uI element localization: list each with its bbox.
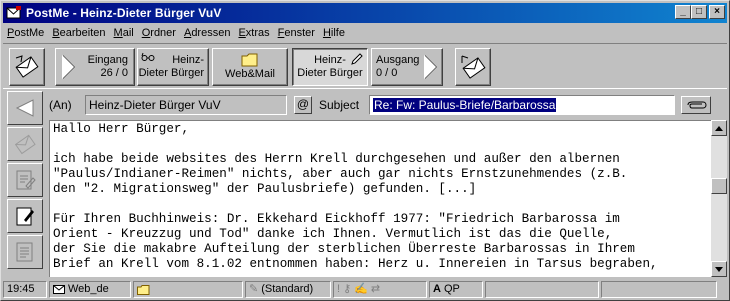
key-icon: ⚷	[343, 283, 352, 295]
folder-icon	[241, 53, 258, 67]
envelope-icon	[53, 285, 65, 294]
address-book-button[interactable]: @	[294, 96, 312, 114]
app-window: PostMe - Heinz-Dieter Bürger VuV _ □ × P…	[0, 0, 730, 301]
paperclip-icon	[687, 101, 707, 109]
status-flags: ! ⚷ ✍ ⇄	[333, 281, 427, 298]
body-line: ich habe beide websites des Herrn Krell …	[53, 152, 620, 166]
maximize-button[interactable]: □	[691, 5, 707, 19]
back-button[interactable]	[7, 91, 43, 125]
status-encoding[interactable]: A QP	[429, 281, 483, 298]
play-arrow-icon	[424, 55, 436, 79]
status-style[interactable]: ✎ (Standard)	[245, 281, 331, 298]
body-line: Orient - Kreuzzug und Tod" danke ich Ihn…	[53, 227, 613, 241]
menu-fenster[interactable]: Fenster	[274, 27, 319, 39]
menu-adressen[interactable]: Adressen	[180, 27, 234, 39]
encoding-value: QP	[443, 283, 460, 295]
envelope-attach-icon	[14, 134, 36, 155]
outbox-label: Ausgang	[376, 54, 420, 66]
subject-label: Subject	[319, 98, 360, 112]
attachment-button[interactable]	[681, 96, 711, 114]
left-arrow-icon	[15, 99, 34, 117]
forward-icon: ⇄	[370, 283, 381, 295]
style-value: (Standard)	[261, 283, 314, 295]
inbox-label: Eingang	[87, 54, 128, 66]
signature-icon: ✍	[354, 283, 368, 295]
header-fields: (An) Heinz-Dieter Bürger VuV @ Subject R…	[49, 94, 725, 116]
subject-field[interactable]: Re: Fw: Paulus-Briefe/Barbarossa	[369, 95, 675, 115]
postme-app-icon	[6, 6, 21, 19]
outbox-count: 0 / 0	[376, 67, 398, 79]
webmail-label: Web&Mail	[225, 68, 275, 80]
body-line: Für Ihren Buchhinweis: Dr. Ekkehard Eick…	[53, 212, 620, 226]
body-line: "Paulus/Indianer-Reimen" nichts, aber au…	[53, 167, 628, 181]
priority-icon: !	[337, 283, 341, 295]
arrow-up-icon	[715, 125, 723, 131]
pencil-icon	[351, 53, 363, 65]
play-arrow-icon	[62, 55, 74, 79]
main-toolbar: Eingang 26 / 0 Heinz- Dieter Bürger Web&…	[3, 43, 727, 89]
status-empty-1	[485, 281, 599, 298]
status-bar: 19:45 Web_de ✎ (Standard) ! ⚷ ✍ ⇄ A QP	[3, 281, 727, 299]
send-mail-button[interactable]	[455, 48, 491, 86]
notes-icon	[16, 242, 33, 262]
compose-to-person-button[interactable]: Heinz- Dieter Bürger	[292, 48, 368, 86]
account-value: Web_de	[68, 283, 109, 295]
folder-small-icon	[137, 284, 150, 295]
document-edit-icon	[16, 170, 36, 190]
send-receive-button[interactable]	[9, 48, 45, 86]
minimize-button[interactable]: _	[675, 5, 691, 19]
window-title: PostMe - Heinz-Dieter Bürger VuV	[26, 6, 222, 20]
scroll-thumb[interactable]	[711, 178, 727, 194]
pen-icon: ✎	[249, 283, 259, 295]
menu-hilfe[interactable]: Hilfe	[319, 27, 349, 39]
status-account[interactable]: Web_de	[49, 281, 131, 298]
body-line: Hallo Herr Bürger,	[53, 122, 190, 136]
subject-value: Re: Fw: Paulus-Briefe/Barbarossa	[373, 98, 557, 112]
scroll-up-button[interactable]	[711, 120, 727, 136]
to-field[interactable]: Heinz-Dieter Bürger VuV	[85, 95, 287, 115]
menu-bar: PostMe Bearbeiten Mail Ordner Adressen E…	[3, 24, 727, 42]
envelope-send-icon	[461, 55, 486, 79]
vertical-scrollbar[interactable]	[711, 120, 727, 277]
status-empty-2	[601, 281, 717, 298]
menu-bearbeiten[interactable]: Bearbeiten	[48, 27, 109, 39]
body-line: der Sie die makabre Aufteilung der sterb…	[53, 242, 635, 256]
body-line: Brief an Krell vom 8.1.02 entnommen habe…	[53, 257, 658, 271]
body-line: den "2. Migrationsweg" der Paulusbriefe)…	[53, 182, 477, 196]
compose-button[interactable]	[7, 199, 43, 233]
outbox-button[interactable]: Ausgang 0 / 0	[371, 48, 443, 86]
web-mail-button[interactable]: Web&Mail	[212, 48, 288, 86]
inbox-count: 26 / 0	[100, 67, 128, 79]
envelope-stamp-icon	[15, 55, 39, 78]
close-button[interactable]: ×	[709, 5, 725, 19]
message-body[interactable]: Hallo Herr Bürger, ich habe beide websit…	[49, 120, 711, 277]
notes-button[interactable]	[7, 235, 43, 269]
menu-postme[interactable]: PostMe	[3, 27, 48, 39]
status-folder[interactable]	[133, 281, 243, 298]
time-value: 19:45	[7, 283, 35, 295]
compose-pencil-icon	[16, 207, 34, 226]
address-person-button[interactable]: Heinz- Dieter Bürger	[137, 48, 209, 86]
attach-button[interactable]	[7, 127, 43, 161]
menu-extras[interactable]: Extras	[234, 27, 273, 39]
person-line2: Dieter Bürger	[138, 67, 204, 79]
font-icon: A	[433, 283, 441, 295]
to-label[interactable]: (An)	[49, 98, 85, 112]
scroll-down-button[interactable]	[711, 261, 727, 277]
left-action-bar	[7, 91, 43, 277]
status-time: 19:45	[3, 281, 47, 298]
edit-document-button[interactable]	[7, 163, 43, 197]
message-text: Hallo Herr Bürger, ich habe beide websit…	[50, 121, 711, 272]
arrow-down-icon	[715, 266, 723, 272]
inbox-button[interactable]: Eingang 26 / 0	[55, 48, 135, 86]
glasses-icon	[141, 52, 155, 61]
menu-ordner[interactable]: Ordner	[138, 27, 180, 39]
title-bar[interactable]: PostMe - Heinz-Dieter Bürger VuV _ □ ×	[3, 3, 727, 23]
menu-mail[interactable]: Mail	[110, 27, 138, 39]
compose-line2: Dieter Bürger	[297, 67, 363, 79]
